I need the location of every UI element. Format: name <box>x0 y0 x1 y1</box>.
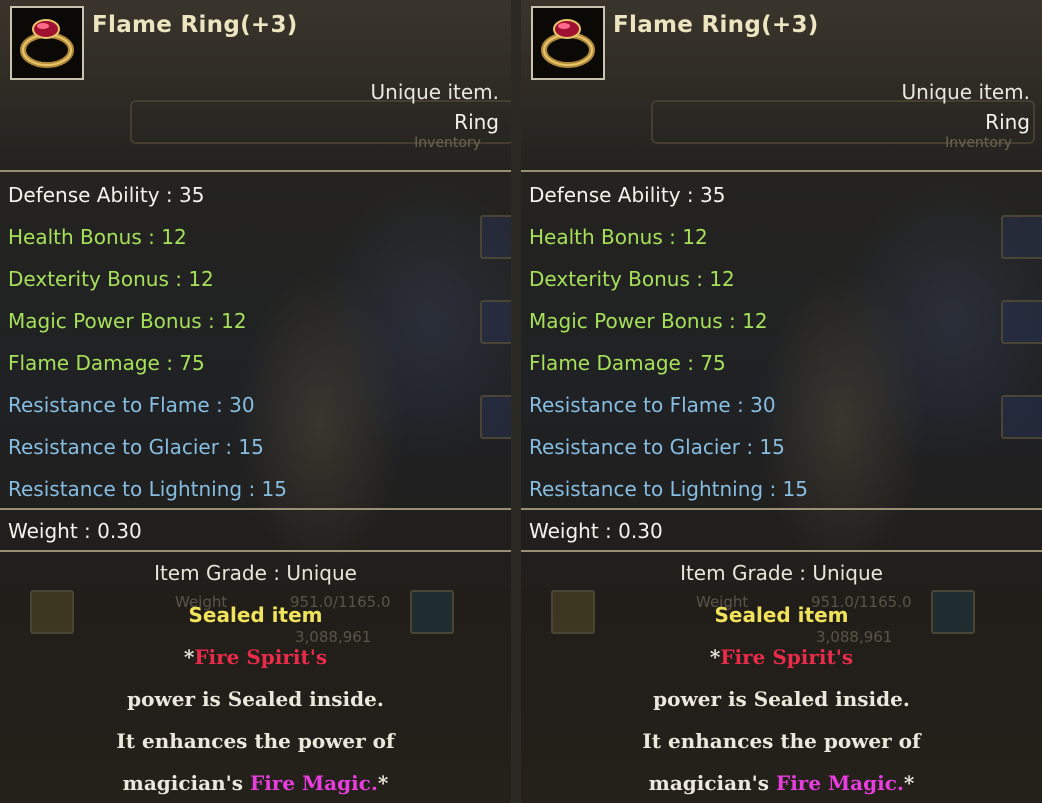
stat-flame-damage: Flame Damage : 75 <box>529 351 726 375</box>
item-icon-frame <box>10 6 84 80</box>
description-prefix: magician's <box>122 771 250 795</box>
magic-name: Fire Magic. <box>250 771 378 795</box>
star-mark: * <box>183 645 195 669</box>
item-grade: Item Grade : Unique <box>680 561 883 585</box>
star-mark: * <box>903 771 915 795</box>
divider <box>521 170 1042 172</box>
description-line-3: It enhances the power of <box>116 729 395 753</box>
ruby-ring-icon <box>20 19 74 68</box>
item-title: Flame Ring(+3) <box>92 12 298 38</box>
item-grade: Item Grade : Unique <box>154 561 357 585</box>
description-line-2: power is Sealed inside. <box>653 687 910 711</box>
item-kind: Unique item. <box>901 80 1030 104</box>
sealed-label: Sealed item <box>714 603 849 627</box>
divider <box>0 170 511 172</box>
stat-resist-flame: Resistance to Flame : 30 <box>8 393 255 417</box>
description-line-4: magician's Fire Magic.* <box>0 771 511 795</box>
magic-name: Fire Magic. <box>776 771 904 795</box>
item-title: Flame Ring(+3) <box>613 12 819 38</box>
stat-magic-power-bonus: Magic Power Bonus : 12 <box>529 309 768 333</box>
description-line-1: *Fire Spirit's <box>521 645 1042 669</box>
item-tooltip: Flame Ring(+3) Unique item. Ring Invento… <box>0 0 511 803</box>
divider <box>0 550 511 552</box>
stat-flame-damage: Flame Damage : 75 <box>8 351 205 375</box>
star-mark: * <box>377 771 389 795</box>
star-mark: * <box>709 645 721 669</box>
stat-health-bonus: Health Bonus : 12 <box>8 225 187 249</box>
stat-dexterity-bonus: Dexterity Bonus : 12 <box>529 267 735 291</box>
description-prefix: magician's <box>648 771 776 795</box>
item-slot: Ring <box>985 110 1030 134</box>
stat-weight: Weight : 0.30 <box>529 519 663 543</box>
stat-magic-power-bonus: Magic Power Bonus : 12 <box>8 309 247 333</box>
screenshot-stage: Weight 951.0/1165.0 3,088,961 Flame Ring… <box>0 0 1042 803</box>
background-inventory-label: Inventory <box>945 135 1012 151</box>
stat-health-bonus: Health Bonus : 12 <box>529 225 708 249</box>
stat-defense: Defense Ability : 35 <box>8 183 205 207</box>
divider <box>521 508 1042 510</box>
stat-resist-lightning: Resistance to Lightning : 15 <box>529 477 808 501</box>
item-icon-frame <box>531 6 605 80</box>
stat-defense: Defense Ability : 35 <box>529 183 726 207</box>
item-slot: Ring <box>454 110 499 134</box>
tooltip-panel-right: Weight 951.0/1165.0 3,088,961 Flame Ring… <box>521 0 1042 803</box>
tooltip-panel-left: Weight 951.0/1165.0 3,088,961 Flame Ring… <box>0 0 521 803</box>
item-tooltip: Flame Ring(+3) Unique item. Ring Invento… <box>521 0 1042 803</box>
spirit-name: Fire Spirit's <box>720 645 854 669</box>
stat-resist-flame: Resistance to Flame : 30 <box>529 393 776 417</box>
description-line-4: magician's Fire Magic.* <box>521 771 1042 795</box>
spirit-name: Fire Spirit's <box>194 645 328 669</box>
divider <box>521 550 1042 552</box>
divider <box>0 508 511 510</box>
sealed-label: Sealed item <box>188 603 323 627</box>
stat-resist-glacier: Resistance to Glacier : 15 <box>529 435 785 459</box>
ruby-ring-icon <box>541 19 595 68</box>
stat-weight: Weight : 0.30 <box>8 519 142 543</box>
description-line-3: It enhances the power of <box>642 729 921 753</box>
background-inventory-label: Inventory <box>414 135 481 151</box>
stat-resist-glacier: Resistance to Glacier : 15 <box>8 435 264 459</box>
description-line-1: *Fire Spirit's <box>0 645 511 669</box>
item-kind: Unique item. <box>370 80 499 104</box>
description-line-2: power is Sealed inside. <box>127 687 384 711</box>
stat-dexterity-bonus: Dexterity Bonus : 12 <box>8 267 214 291</box>
stat-resist-lightning: Resistance to Lightning : 15 <box>8 477 287 501</box>
